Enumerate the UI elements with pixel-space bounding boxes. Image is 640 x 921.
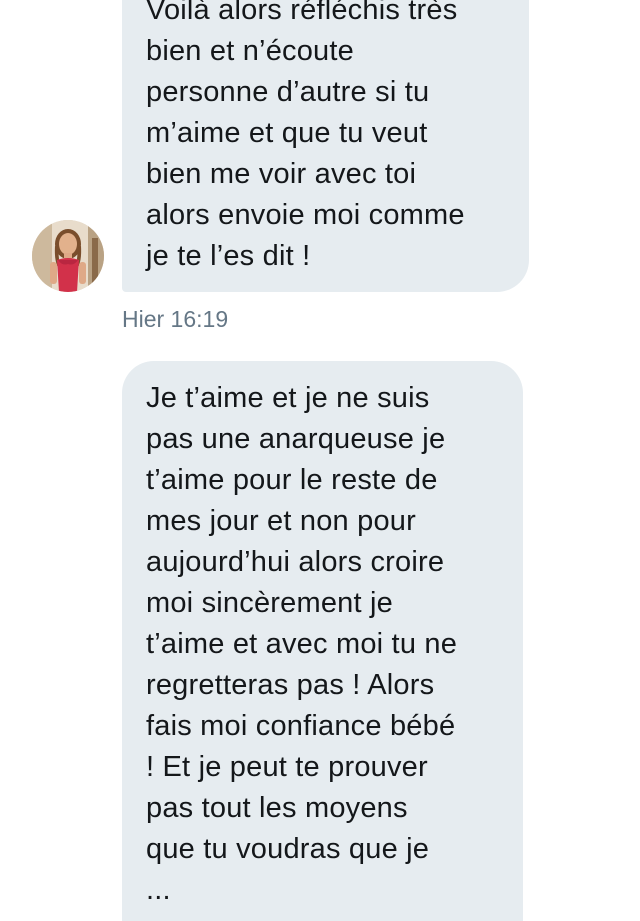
message-line: fais moi confiance bébé <box>146 710 456 742</box>
message-line: mes jour et non pour <box>146 505 416 537</box>
message-line: Je t’aime et je ne suis <box>146 382 430 414</box>
message-line: ! Et je peut te prouver <box>146 751 428 783</box>
avatar-photo-icon <box>32 220 104 292</box>
message-line: Voilà alors réfléchis très <box>146 0 458 26</box>
message-line: ... <box>146 874 171 906</box>
message-line: t’aime et avec moi tu ne <box>146 628 458 660</box>
message-line: m’aime et que tu veut <box>146 117 428 149</box>
conversation-thread: Voilà alors réfléchis très bien et n’éco… <box>0 0 640 921</box>
received-message-bubble[interactable]: Voilà alors réfléchis très bien et n’éco… <box>122 0 529 292</box>
message-line: bien et n’écoute <box>146 35 354 67</box>
message-line: alors envoie moi comme <box>146 199 465 231</box>
message-line: pas tout les moyens <box>146 792 408 824</box>
message-line: bien me voir avec toi <box>146 158 417 190</box>
message-line: t’aime pour le reste de <box>146 464 438 496</box>
message-line: moi sincèrement je <box>146 587 393 619</box>
message-line: regretteras pas ! Alors <box>146 669 435 701</box>
message-line: je te l’es dit ! <box>146 240 311 272</box>
received-message-bubble[interactable]: Je t’aime et je ne suis pas une anarqueu… <box>122 361 523 921</box>
message-timestamp: Hier 16:19 <box>122 306 229 332</box>
message-line: que tu voudras que je <box>146 833 430 865</box>
message-line: aujourd’hui alors croire <box>146 546 445 578</box>
message-line: pas une anarqueuse je <box>146 423 446 455</box>
message-line: personne d’autre si tu <box>146 76 430 108</box>
sender-avatar[interactable] <box>32 220 104 292</box>
